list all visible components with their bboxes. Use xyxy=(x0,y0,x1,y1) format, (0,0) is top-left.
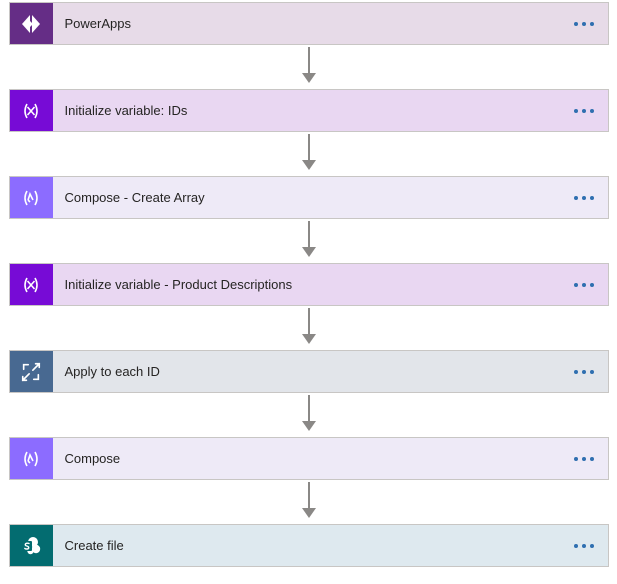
step-label: Apply to each ID xyxy=(53,351,560,392)
connector-arrow xyxy=(302,219,316,263)
step-label: Initialize variable: IDs xyxy=(53,90,560,131)
ellipsis-icon xyxy=(574,457,594,461)
step-create-file[interactable]: Create file xyxy=(9,524,609,567)
more-button[interactable] xyxy=(560,351,608,392)
variable-icon xyxy=(10,264,53,305)
powerapps-icon xyxy=(10,3,53,44)
step-init-variable-ids[interactable]: Initialize variable: IDs xyxy=(9,89,609,132)
connector-arrow xyxy=(302,393,316,437)
sharepoint-icon xyxy=(10,525,53,566)
flow-diagram: PowerApps Initialize variable: IDs xyxy=(5,2,612,567)
variable-icon xyxy=(10,90,53,131)
ellipsis-icon xyxy=(574,370,594,374)
more-button[interactable] xyxy=(560,177,608,218)
step-label: Create file xyxy=(53,525,560,566)
step-powerapps[interactable]: PowerApps xyxy=(9,2,609,45)
step-compose-create-array[interactable]: Compose - Create Array xyxy=(9,176,609,219)
ellipsis-icon xyxy=(574,22,594,26)
connector-arrow xyxy=(302,480,316,524)
connector-arrow xyxy=(302,132,316,176)
ellipsis-icon xyxy=(574,544,594,548)
connector-arrow xyxy=(302,45,316,89)
compose-icon xyxy=(10,438,53,479)
step-label: PowerApps xyxy=(53,3,560,44)
step-init-variable-product-descriptions[interactable]: Initialize variable - Product Descriptio… xyxy=(9,263,609,306)
more-button[interactable] xyxy=(560,3,608,44)
more-button[interactable] xyxy=(560,264,608,305)
more-button[interactable] xyxy=(560,525,608,566)
ellipsis-icon xyxy=(574,109,594,113)
compose-icon xyxy=(10,177,53,218)
connector-arrow xyxy=(302,306,316,350)
ellipsis-icon xyxy=(574,283,594,287)
step-label: Compose xyxy=(53,438,560,479)
step-apply-to-each-id[interactable]: Apply to each ID xyxy=(9,350,609,393)
loop-icon xyxy=(10,351,53,392)
step-compose[interactable]: Compose xyxy=(9,437,609,480)
more-button[interactable] xyxy=(560,90,608,131)
more-button[interactable] xyxy=(560,438,608,479)
step-label: Initialize variable - Product Descriptio… xyxy=(53,264,560,305)
step-label: Compose - Create Array xyxy=(53,177,560,218)
ellipsis-icon xyxy=(574,196,594,200)
